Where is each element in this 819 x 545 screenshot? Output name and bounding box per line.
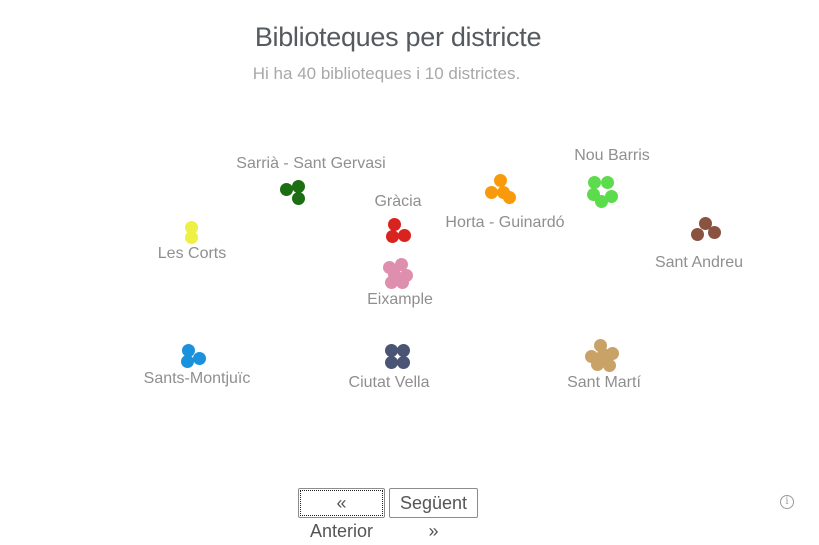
library-dot[interactable] bbox=[396, 343, 410, 357]
library-dot[interactable] bbox=[192, 351, 206, 365]
district-label: Ciutat Vella bbox=[348, 374, 430, 391]
library-dot[interactable] bbox=[291, 191, 305, 205]
library-dot[interactable] bbox=[387, 217, 401, 231]
library-dot[interactable] bbox=[395, 275, 409, 289]
library-dot[interactable] bbox=[594, 194, 608, 208]
district-label: Les Corts bbox=[157, 245, 227, 262]
library-dot[interactable] bbox=[291, 179, 305, 193]
library-dot[interactable] bbox=[279, 182, 293, 196]
library-dot[interactable] bbox=[587, 175, 601, 189]
library-dot[interactable] bbox=[184, 230, 198, 244]
library-dot[interactable] bbox=[180, 354, 194, 368]
library-dot[interactable] bbox=[484, 185, 498, 199]
library-dot[interactable] bbox=[600, 175, 614, 189]
district-label: Nou Barris bbox=[574, 147, 650, 164]
library-dot[interactable] bbox=[396, 355, 410, 369]
library-dot[interactable] bbox=[384, 343, 398, 357]
library-dot[interactable] bbox=[690, 227, 704, 241]
next-button[interactable]: Següent » bbox=[389, 488, 478, 541]
library-dot[interactable] bbox=[384, 355, 398, 369]
library-dot[interactable] bbox=[397, 228, 411, 242]
district-label: Horta - Guinardó bbox=[445, 214, 565, 231]
district-label: Eixample bbox=[367, 291, 433, 308]
district-label: Sants-Montjuïc bbox=[143, 370, 251, 387]
district-label: Sant Andreu bbox=[654, 254, 744, 271]
info-icon[interactable]: i bbox=[780, 495, 794, 509]
previous-button[interactable]: « Anterior bbox=[298, 488, 385, 541]
district-label: Sarrià - Sant Gervasi bbox=[236, 155, 386, 172]
district-label: Sant Martí bbox=[567, 374, 641, 391]
district-dot-chart: Sarrià - Sant Gervasi Gràcia Horta - Guina… bbox=[0, 0, 819, 470]
library-dot[interactable] bbox=[596, 349, 610, 363]
district-label: Gràcia bbox=[374, 193, 422, 210]
library-dot[interactable] bbox=[493, 173, 507, 187]
library-dot[interactable] bbox=[385, 229, 399, 243]
library-dot[interactable] bbox=[707, 225, 721, 239]
library-dot[interactable] bbox=[502, 190, 516, 204]
